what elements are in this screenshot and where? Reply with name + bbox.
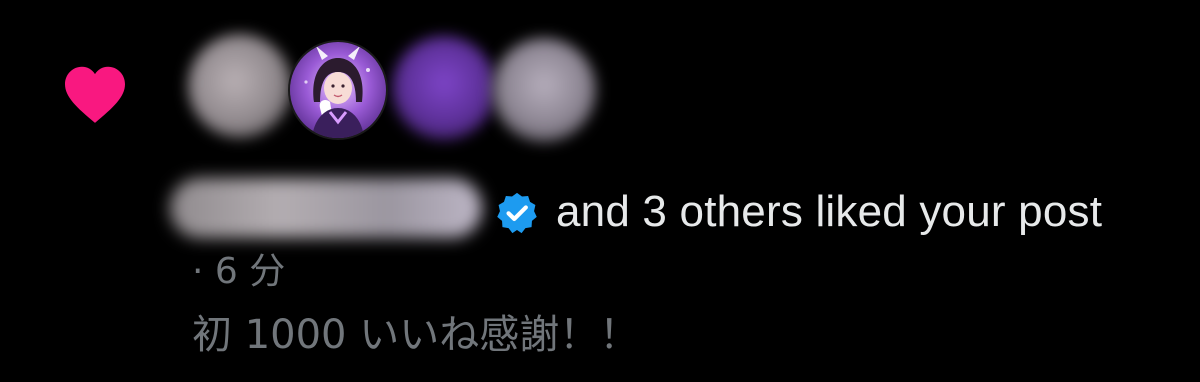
timestamp: · 6 分 [192, 251, 286, 292]
verified-badge-icon [497, 192, 537, 234]
like-notification[interactable]: and 3 others liked your post · 6 分 初 100… [0, 0, 1200, 382]
avatar[interactable] [290, 42, 386, 138]
redacted-avatar[interactable] [492, 38, 596, 142]
redacted-display-name[interactable] [170, 178, 482, 238]
redacted-avatar[interactable] [188, 34, 292, 138]
notification-text: and 3 others liked your post [556, 187, 1103, 236]
heart-icon [65, 66, 125, 123]
post-snippet[interactable]: 初 1000 いいね感謝！！ [192, 310, 639, 360]
redacted-avatar[interactable] [392, 36, 496, 140]
